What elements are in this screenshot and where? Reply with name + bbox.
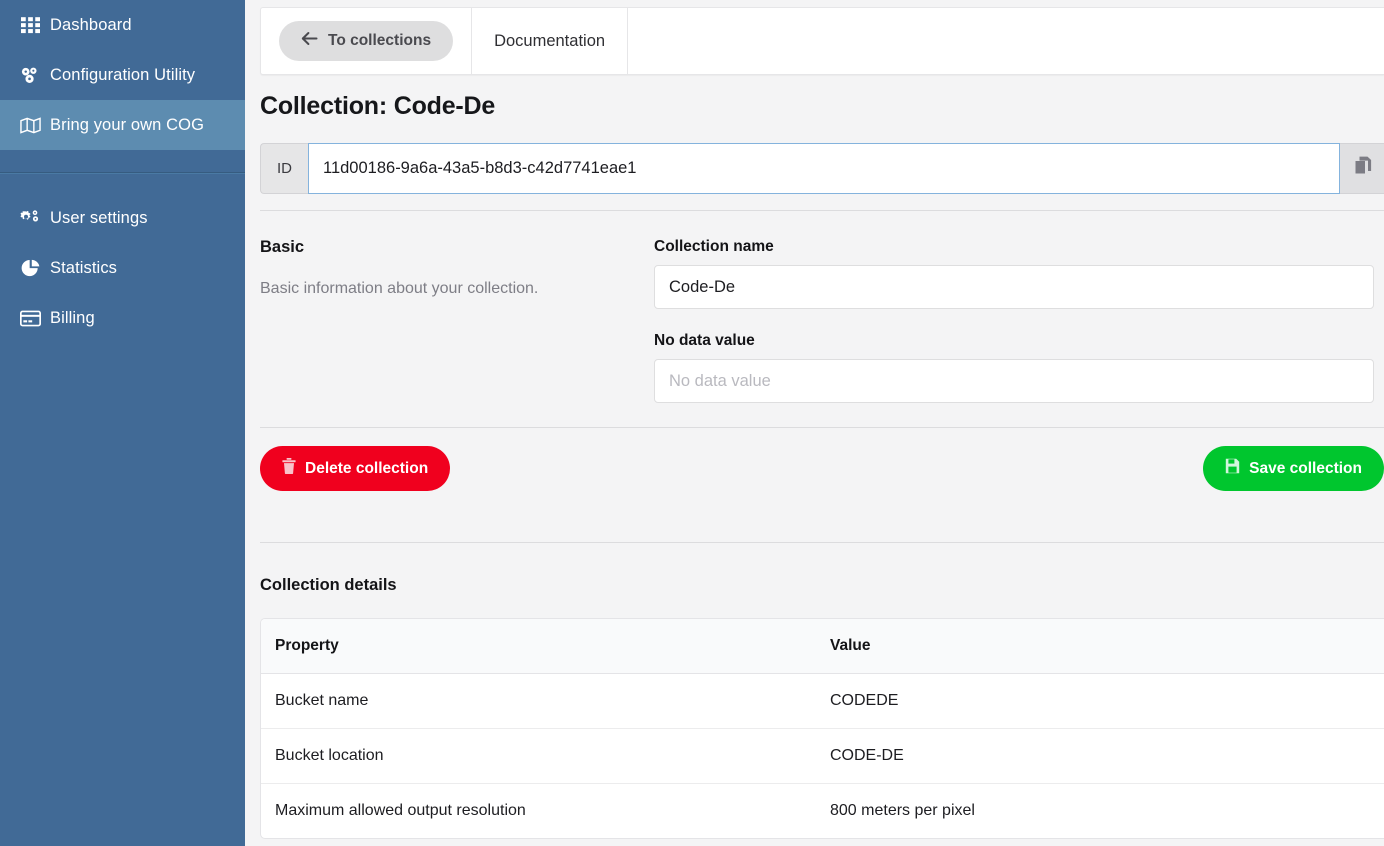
cell-property: Bucket name [261, 673, 816, 729]
cogs-cluster-icon [12, 66, 48, 85]
sidebar-item-label: Configuration Utility [50, 65, 196, 84]
divider-top [260, 210, 1384, 211]
copy-icon [1355, 156, 1374, 181]
sidebar-item-label: User settings [50, 208, 148, 227]
sidebar-item-statistics[interactable]: Statistics [0, 243, 245, 293]
grid-icon [12, 16, 48, 35]
sidebar-item-label: Billing [50, 308, 95, 327]
arrow-left-icon [301, 31, 318, 51]
tab-to-collections[interactable]: To collections [261, 8, 473, 74]
save-collection-button[interactable]: Save collection [1203, 446, 1384, 491]
collection-name-field-group: Collection name [654, 238, 1374, 309]
sidebar-item-billing[interactable]: Billing [0, 293, 245, 343]
id-input[interactable] [308, 143, 1340, 194]
cell-property: Bucket location [261, 728, 816, 784]
column-header-property: Property [261, 619, 816, 674]
tab-label: Documentation [494, 31, 606, 50]
sidebar-item-label: Bring your own COG [50, 115, 205, 134]
basic-section-heading: Basic [260, 238, 305, 256]
id-label: ID [260, 143, 308, 194]
gears-icon [12, 209, 48, 228]
table-body: Bucket name CODEDE Bucket location CODE-… [261, 673, 1384, 839]
tab-documentation[interactable]: Documentation [472, 8, 629, 74]
collection-name-input[interactable] [654, 265, 1374, 309]
sidebar-primary-group: Dashboard Configuration Utility Bring yo… [0, 0, 245, 150]
save-icon [1225, 458, 1240, 479]
save-collection-label: Save collection [1249, 459, 1362, 477]
table-row: Bucket location CODE-DE [261, 728, 1384, 784]
main-content: To collections Documentation Collection:… [245, 0, 1384, 846]
map-icon [12, 116, 48, 135]
no-data-value-input[interactable] [654, 359, 1374, 403]
copy-id-button[interactable] [1340, 143, 1384, 194]
sidebar-item-label: Dashboard [50, 15, 132, 34]
no-data-value-field-group: No data value [654, 332, 1374, 403]
collection-details-table: Property Value Bucket name CODEDE Bucket… [261, 619, 1384, 838]
column-header-value: Value [816, 619, 1384, 674]
cell-value: 800 meters per pixel [830, 802, 975, 819]
cell-value: CODEDE [816, 673, 1384, 729]
no-data-value-label: No data value [654, 332, 755, 349]
trash-icon [282, 458, 296, 479]
collection-name-label: Collection name [654, 238, 774, 255]
cell-value: CODE-DE [816, 728, 1384, 784]
delete-collection-button[interactable]: Delete collection [260, 446, 451, 491]
collection-details-table-wrapper: Property Value Bucket name CODEDE Bucket… [260, 618, 1384, 839]
collection-details-heading: Collection details [260, 576, 397, 594]
table-head: Property Value [261, 619, 1384, 674]
sidebar-item-bring-your-own-cog[interactable]: Bring your own COG [0, 100, 245, 150]
table-row: Maximum allowed output resolution 800 me… [261, 784, 1384, 839]
sidebar-item-label: Statistics [50, 258, 118, 277]
sidebar-item-configuration-utility[interactable]: Configuration Utility [0, 50, 245, 100]
sidebar-item-user-settings[interactable]: User settings [0, 193, 245, 243]
credit-card-icon [12, 309, 48, 328]
table-row: Bucket name CODEDE [261, 673, 1384, 729]
sidebar-item-dashboard[interactable]: Dashboard [0, 0, 245, 50]
page-title: Collection: Code-De [260, 92, 496, 120]
id-field-group: ID [260, 143, 1384, 194]
sidebar: Dashboard Configuration Utility Bring yo… [0, 0, 245, 846]
basic-section-description: Basic information about your collection. [260, 280, 539, 297]
delete-collection-label: Delete collection [305, 459, 429, 477]
divider-actions [260, 427, 1384, 428]
tab-label: To collections [328, 32, 432, 49]
sidebar-secondary-group: User settings Statistics Billing [0, 173, 245, 343]
divider-details [260, 542, 1384, 543]
to-collections-pill[interactable]: To collections [279, 21, 454, 61]
tab-bar: To collections Documentation [260, 7, 1384, 75]
pie-chart-icon [12, 259, 48, 278]
cell-property: Maximum allowed output resolution [275, 802, 526, 819]
app-root: Dashboard Configuration Utility Bring yo… [0, 0, 1384, 846]
table-header-row: Property Value [261, 619, 1384, 674]
